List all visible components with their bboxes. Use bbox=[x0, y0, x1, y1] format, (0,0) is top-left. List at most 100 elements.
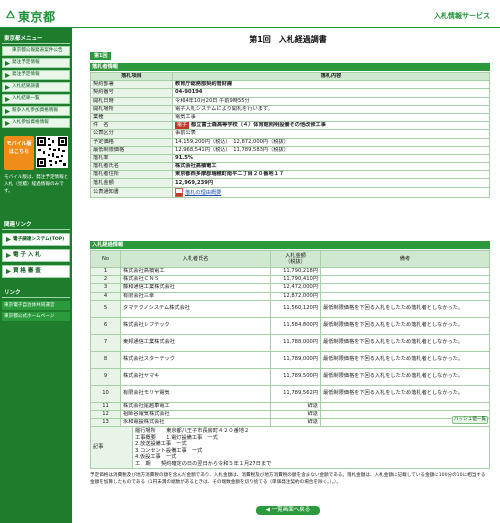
service-title: 入札情報サービス bbox=[434, 12, 490, 20]
info-row: 落札金額 12,969,239円 bbox=[90, 178, 490, 188]
info-value: 12,968,541円（税込） 11,789,583円（税抜） bbox=[172, 145, 490, 155]
tokyo-logo-icon bbox=[5, 9, 16, 19]
bid-remarks bbox=[320, 266, 490, 277]
info-value: 令和4年10月20日 午前9時55分 bbox=[172, 96, 490, 106]
arrow-right-icon bbox=[5, 109, 10, 114]
info-key: 契約番号 bbox=[90, 88, 173, 98]
bid-no: 11 bbox=[90, 401, 121, 411]
info-key: 落札者住所 bbox=[90, 170, 173, 180]
info-value-text: 91.5% bbox=[175, 154, 193, 161]
link-tokyo-official[interactable]: 東京都公式ホームページ bbox=[2, 312, 70, 321]
info-table-header: 落札項目 落札内容 bbox=[90, 71, 490, 82]
info-value-text: 令和4年10月20日 午前9時55分 bbox=[175, 97, 250, 104]
bid-no: 9 bbox=[90, 367, 121, 386]
bid-no: 3 bbox=[90, 283, 121, 293]
sidebar-item-public-notice[interactable]: 東京都公報発表案件公告 bbox=[2, 46, 70, 56]
info-key: 件 名 bbox=[90, 121, 173, 131]
arrow-right-icon bbox=[6, 269, 11, 274]
electronic-tag: 電子 bbox=[175, 122, 190, 129]
info-row: 件 名電子 都立富士森高等学校（４）体育館照明設備その他改修工事 bbox=[90, 121, 490, 131]
hash-list-button[interactable]: ハッシュ値一覧 bbox=[452, 416, 488, 424]
bid-history-table: No 入札者氏名 入札金額 （税抜） 備考 1 株式会社高橋電工 11,790,21… bbox=[90, 250, 490, 444]
bid-remarks: 最低制限価格を下回る入札をしたため落札者としなかった。 bbox=[320, 299, 490, 318]
arrow-right-icon bbox=[5, 121, 10, 126]
bidder-name: 株式会社ヤマキ bbox=[120, 367, 271, 386]
memo-content: 履行場所 東京都八王子市長房町４２０番地２ 工事概要 1.電灯設備工事 一式 2… bbox=[132, 426, 490, 469]
e-procurement-top-button[interactable]: 電子調達システム(TOP) bbox=[2, 233, 70, 246]
bidder-name: 東邦通信工業株式会社 bbox=[120, 333, 271, 352]
bid-row: 7 東邦通信工業株式会社 11,788,000円 最低制限価格を下回る入札をしたため落… bbox=[90, 333, 490, 352]
bid-row: 12 祖師谷電気株式会社 辞退 bbox=[90, 409, 490, 420]
button-label: 電子調達システム(TOP) bbox=[13, 237, 65, 242]
info-key: 落札者氏名 bbox=[90, 162, 173, 172]
bid-no: 8 bbox=[90, 350, 121, 369]
site-logo-text[interactable]: 東京都 bbox=[18, 8, 56, 25]
info-value: 電気工事 bbox=[172, 112, 490, 123]
price-footnote: 予定価格は消費税及び地方消費税の額を含んだ金額であり、入札金額は、消費税及び地方… bbox=[90, 473, 486, 485]
button-label: 電 子 入 札 bbox=[13, 252, 41, 258]
bid-remarks: 最低制限価格を下回る入札をしたため落札者としなかった。 bbox=[320, 350, 490, 369]
sidebar-item-order-plan[interactable]: 発注予定情報 bbox=[2, 58, 70, 68]
qualification-review-button[interactable]: 資 格 審 査 bbox=[2, 265, 70, 278]
info-key: 公表通知書 bbox=[90, 186, 173, 198]
arrow-right-icon bbox=[5, 85, 10, 90]
tab-round-1[interactable]: 第1回 bbox=[90, 52, 112, 60]
info-value: 東京都西多摩郡瑞穂町南平二丁目２０番地１７ bbox=[172, 170, 490, 180]
sidebar-item-bid-result[interactable]: 入札結果調書 bbox=[2, 82, 70, 92]
info-value: 電子入札システムにより開札を行います。 bbox=[172, 104, 490, 114]
bid-amount: 12,872,000円 bbox=[270, 291, 321, 301]
bid-row: 10 有限会社モリヤ電気 11,789,562円 最低制限価格を下回る入札をしたため落… bbox=[90, 384, 490, 403]
info-value: 株式会社高橋電工 bbox=[172, 162, 490, 172]
pdf-icon bbox=[175, 188, 183, 197]
info-key: 最低制限価格 bbox=[90, 145, 173, 155]
info-row: 落札者住所 東京都西多摩郡瑞穂町南平二丁目２０番地１７ bbox=[90, 170, 490, 180]
bid-no: 12 bbox=[90, 409, 121, 420]
info-key: 開札日時 bbox=[90, 96, 173, 106]
bidder-name: 株式会社スターテック bbox=[120, 350, 271, 369]
info-row: 開札日時 令和4年10月20日 午前9時55分 bbox=[90, 96, 490, 106]
info-value-text: 12,969,239円 bbox=[175, 179, 214, 186]
bid-row: 11 株式会社尾越車電工 辞退 bbox=[90, 401, 490, 411]
sidebar-related-heading: 関連リンク bbox=[2, 221, 70, 230]
back-to-list-button[interactable]: ◀ 一覧画面へ戻る bbox=[256, 506, 320, 515]
info-row: 最低制限価格 12,968,541円（税込） 11,789,583円（税抜） bbox=[90, 145, 490, 155]
e-bidding-button[interactable]: 電 子 入 札 bbox=[2, 249, 70, 262]
info-row: 予定価格 14,159,200円（税込） 12,872,000円（税抜） bbox=[90, 137, 490, 147]
info-key: 開札場所 bbox=[90, 104, 173, 114]
bid-no: 7 bbox=[90, 333, 121, 352]
info-row: 公表区分 事前公表 bbox=[90, 129, 490, 139]
col-content: 落札内容 bbox=[172, 71, 490, 82]
info-key: 落札金額 bbox=[90, 178, 173, 188]
link-tokyo-e-gov[interactable]: 東京電子自治体共同運営 bbox=[2, 301, 70, 310]
bid-no: 1 bbox=[90, 266, 121, 277]
memo-label: 記事 bbox=[90, 426, 133, 469]
info-value: 91.5% bbox=[172, 153, 490, 164]
info-value-text: 株式会社高橋電工 bbox=[175, 163, 217, 170]
arrow-right-icon bbox=[5, 97, 10, 102]
button-label: 資 格 審 査 bbox=[13, 268, 41, 274]
mobile-site-button[interactable]: モバイル版 はこちら bbox=[4, 136, 34, 170]
bid-amount: 11,789,500円 bbox=[270, 367, 321, 386]
sidebar-item-order-plan-2[interactable]: 発注予定情報 bbox=[2, 70, 70, 80]
info-value-text: 都立富士森高等学校（４）体育館照明設備その他改修工事 bbox=[191, 122, 326, 129]
bid-row: 8 株式会社スターテック 11,789,000円 最低制限価格を下回る入札をしたため落… bbox=[90, 350, 490, 369]
winner-info-table: 落札項目 落札内容 契約部署 教育庁総務部契約管財課 契約番号 04-90194 開札日時令… bbox=[90, 71, 490, 198]
bid-no: 6 bbox=[90, 316, 121, 335]
mobile-label: モバイル版 bbox=[6, 141, 32, 147]
sidebar-item-label: 競争入札参加資格情報 bbox=[12, 108, 58, 113]
info-value: 教育庁総務部契約管財課 bbox=[172, 80, 490, 90]
bid-amount: 11,788,000円 bbox=[270, 333, 321, 352]
bidder-name: 株式会社尾越車電工 bbox=[120, 401, 271, 411]
sidebar-item-qualification[interactable]: 競争入札参加資格情報 bbox=[2, 106, 70, 116]
bid-table-header: No 入札者氏名 入札金額 （税抜） 備考 bbox=[90, 250, 490, 268]
col-no: No bbox=[90, 250, 121, 268]
sidebar-item-bid-list[interactable]: 入札結果一覧 bbox=[2, 94, 70, 104]
bidder-name: 有限会社三幸 bbox=[120, 291, 271, 301]
bid-no: 2 bbox=[90, 275, 121, 285]
arrow-right-icon bbox=[5, 73, 10, 78]
sidebar-item-participation[interactable]: 入札参加資格情報 bbox=[2, 118, 70, 128]
reason-summary-link[interactable]: 落札の理由概要 bbox=[185, 190, 221, 196]
info-value: 落札の理由概要 bbox=[172, 186, 490, 198]
section-heading-winner: 落札者情報 bbox=[90, 63, 490, 71]
section-heading-bids: 入札経過情報 bbox=[90, 241, 490, 249]
